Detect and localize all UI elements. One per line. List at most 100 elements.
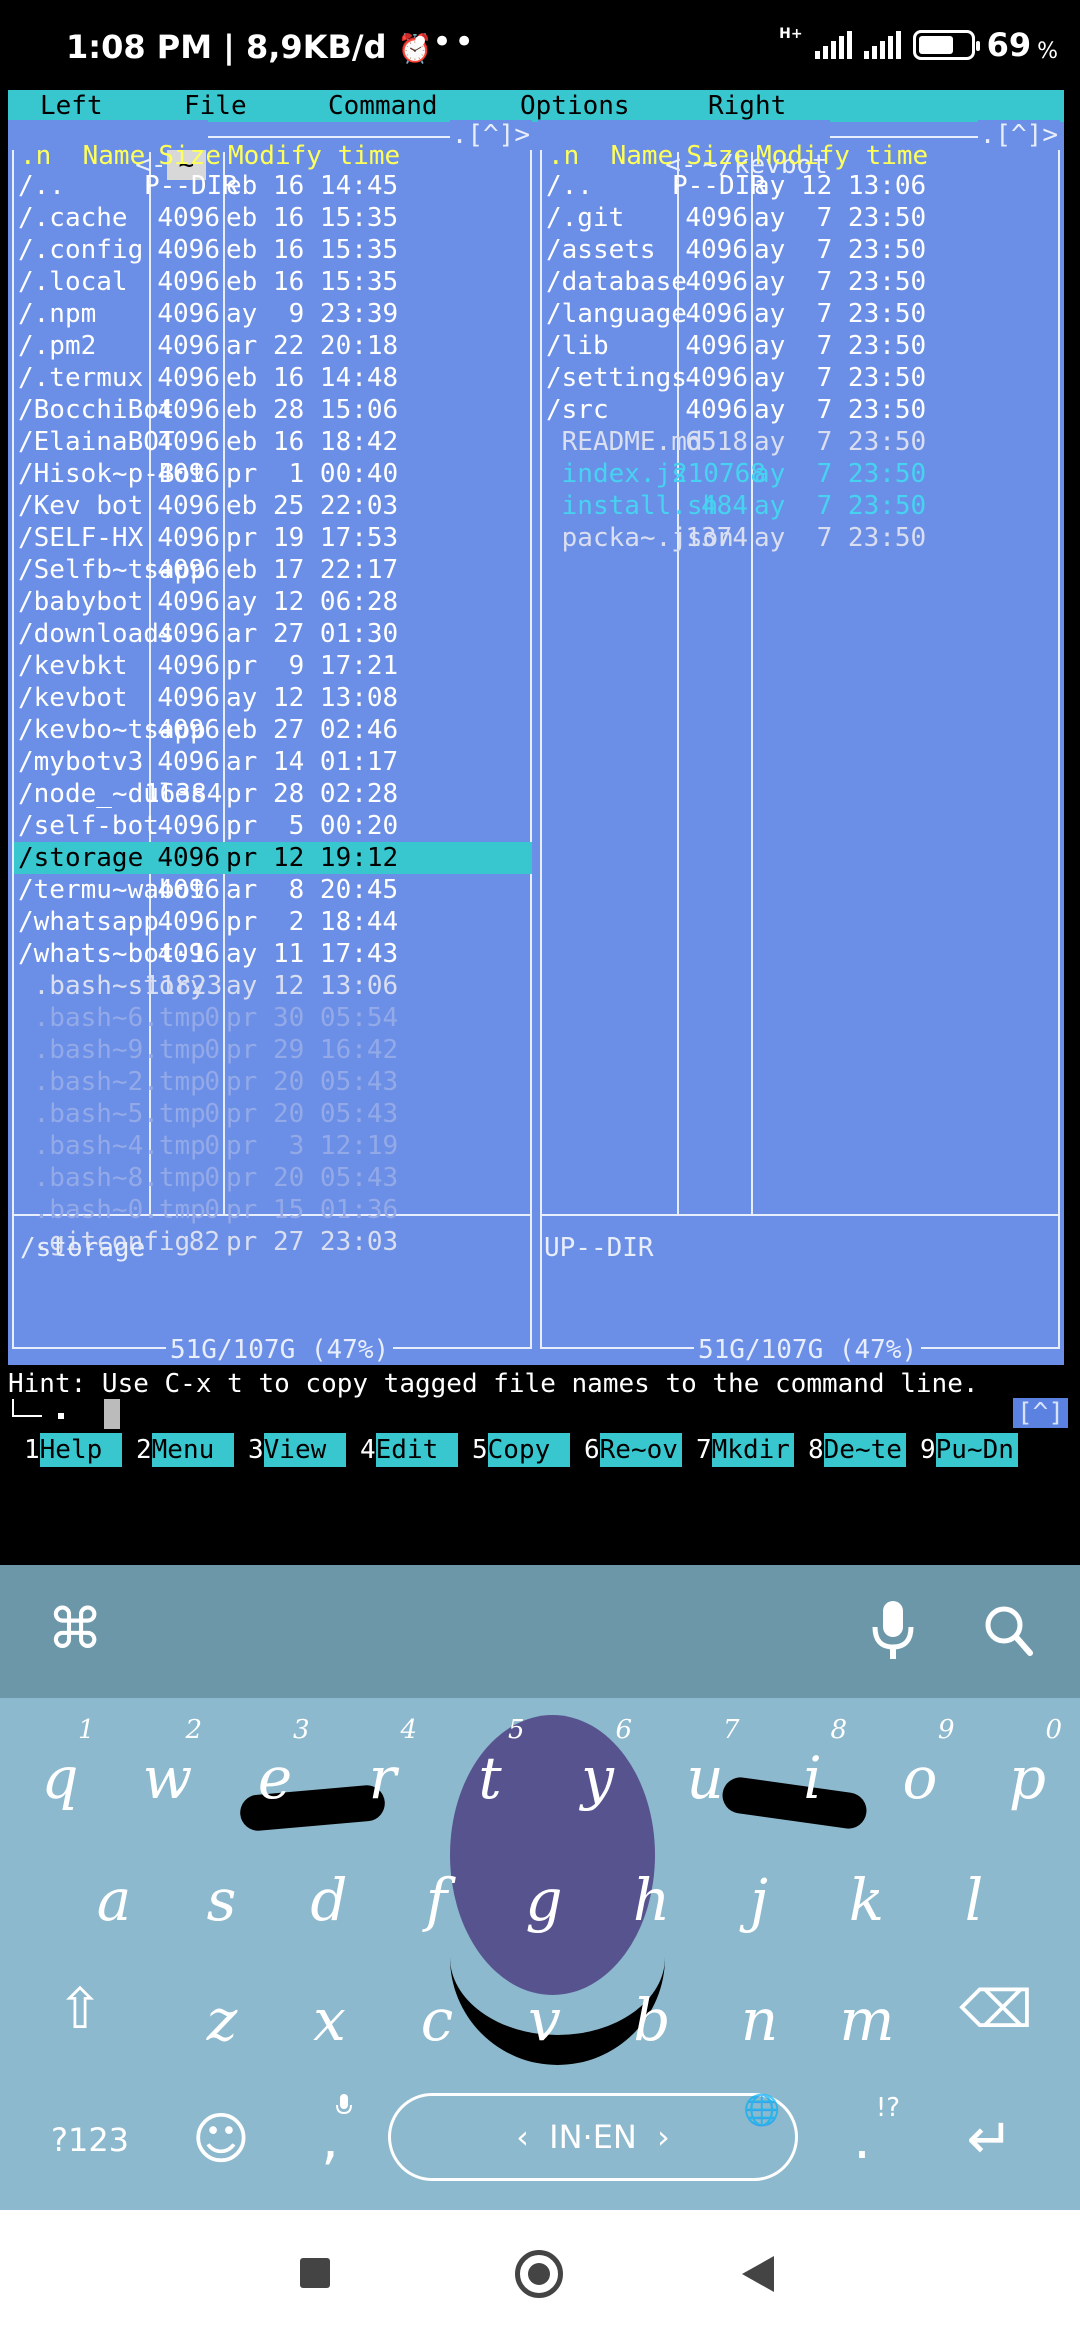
file-row[interactable]: /whats~bot-1 4096 ay 11 17:43 [14,938,532,970]
file-row[interactable]: .bash~8.tmp 0 pr 20 05:43 [14,1162,532,1194]
left-header-time[interactable]: Modify time [228,140,400,172]
back-button[interactable] [742,2256,774,2292]
file-row[interactable]: /assets 4096 ay 7 23:50 [542,234,1060,266]
file-row[interactable]: .bash~0.tmp 0 pr 15 01:36 [14,1194,532,1226]
file-row[interactable]: /.. P--DIR ay 12 13:06 [542,170,1060,202]
fkey-edit[interactable]: 4Edit [360,1433,458,1467]
fkey-view[interactable]: 3View [248,1433,346,1467]
menu-item-right[interactable]: Right [708,90,786,122]
key-w[interactable]: w [128,1743,208,1813]
key-m[interactable]: m [827,1985,907,2055]
space-bar[interactable]: ‹ IN·EN › [388,2093,798,2181]
key-t[interactable]: t [450,1743,530,1813]
key-p[interactable]: p [988,1743,1068,1813]
file-row[interactable]: /kevbot 4096 ay 12 13:08 [14,682,532,714]
fkey-pudn[interactable]: 9Pu~Dn [920,1433,1018,1467]
file-row[interactable]: /Kev bot 4096 eb 25 22:03 [14,490,532,522]
key-r[interactable]: r [343,1743,423,1813]
file-row[interactable]: /.npm 4096 ay 9 23:39 [14,298,532,330]
file-row[interactable]: .bash~story 11823 ay 12 13:06 [14,970,532,1002]
file-row[interactable]: .bash~9.tmp 0 pr 29 16:42 [14,1034,532,1066]
menu-item-file[interactable]: File [184,90,247,122]
right-header-name[interactable]: .n Name [548,140,673,172]
file-row[interactable]: /src 4096 ay 7 23:50 [542,394,1060,426]
symbols-key[interactable]: ?123 [40,2115,140,2165]
key-j[interactable]: j [719,1865,799,1935]
file-row[interactable]: /.. P--DIR eb 16 14:45 [14,170,532,202]
menu-item-left[interactable]: Left [40,90,103,122]
menu-item-command[interactable]: Command [328,90,438,122]
file-row[interactable]: packa~.json 1374 ay 7 23:50 [542,522,1060,554]
key-f[interactable]: f [397,1865,477,1935]
menu-item-options[interactable]: Options [520,90,630,122]
left-header-name[interactable]: .n Name [20,140,145,172]
file-row[interactable]: /.local 4096 eb 16 15:35 [14,266,532,298]
file-row[interactable]: /termu~wabot 4096 ar 8 20:45 [14,874,532,906]
key-g[interactable]: g [504,1865,584,1935]
right-panel[interactable]: <- ~/kevbot .[^]> .n Name Size Modify tim… [538,120,1064,1365]
file-row[interactable]: /Selfb~tsapp 4096 eb 17 22:17 [14,554,532,586]
file-row[interactable]: /database 4096 ay 7 23:50 [542,266,1060,298]
mic-icon[interactable] [868,1597,918,1667]
left-header-size[interactable]: Size [149,140,221,172]
key-o[interactable]: o [880,1743,960,1813]
key-z[interactable]: z [182,1985,262,2055]
apps-icon[interactable]: ⌘ [40,1595,110,1665]
key-l[interactable]: l [934,1865,1014,1935]
key-b[interactable]: b [612,1985,692,2055]
key-q[interactable]: q [20,1743,100,1813]
key-y[interactable]: y [558,1743,638,1813]
enter-key[interactable]: ↵ [950,2105,1030,2175]
fkey-reov[interactable]: 6Re~ov [584,1433,682,1467]
left-panel[interactable]: <- ~ .[^]> .n Name Size Modify time /.. P-… [8,120,536,1365]
search-icon[interactable] [980,1601,1036,1661]
backspace-key[interactable]: ⌫ [956,1975,1036,2045]
mc-menubar[interactable]: Left File Command Options Right [8,90,1064,122]
left-panel-history[interactable]: .[^]> [449,120,532,150]
recents-button[interactable] [300,2258,330,2288]
scroll-up-indicator[interactable]: [^] [1013,1398,1068,1428]
fkey-copy[interactable]: 5Copy [472,1433,570,1467]
file-row[interactable]: index.js 210768 ay 7 23:50 [542,458,1060,490]
file-row[interactable]: /kevbo~tsapp 4096 eb 27 02:46 [14,714,532,746]
file-row[interactable]: /babybot 4096 ay 12 06:28 [14,586,532,618]
key-k[interactable]: k [827,1865,907,1935]
file-row[interactable]: /Hisok~p-Bot 4096 pr 1 00:40 [14,458,532,490]
key-h[interactable]: h [612,1865,692,1935]
fkey-mkdir[interactable]: 7Mkdir [696,1433,794,1467]
file-row[interactable]: /kevbkt 4096 pr 9 17:21 [14,650,532,682]
key-n[interactable]: n [720,1985,800,2055]
key-e[interactable]: e [235,1743,315,1813]
file-row[interactable]: /lib 4096 ay 7 23:50 [542,330,1060,362]
home-button[interactable] [515,2250,563,2298]
file-row[interactable]: .bash~4.tmp 0 pr 3 12:19 [14,1130,532,1162]
file-row[interactable]: /ElainaBOT 4096 eb 16 18:42 [14,426,532,458]
file-row[interactable]: /downloads 4096 ar 27 01:30 [14,618,532,650]
right-header-time[interactable]: Modify time [756,140,928,172]
key-x[interactable]: x [290,1985,370,2055]
file-row[interactable]: /mybotv3 4096 ar 14 01:17 [14,746,532,778]
key-u[interactable]: u [665,1743,745,1813]
file-row[interactable]: README.md 6518 ay 7 23:50 [542,426,1060,458]
file-row[interactable]: /self-bot 4096 pr 5 00:20 [14,810,532,842]
file-row[interactable]: /.git 4096 ay 7 23:50 [542,202,1060,234]
key-a[interactable]: a [74,1865,154,1935]
file-row[interactable]: /.pm2 4096 ar 22 20:18 [14,330,532,362]
key-v[interactable]: v [505,1985,585,2055]
terminal[interactable]: Left File Command Options Right <- ~ .[^]> .n… [0,90,1080,1655]
file-row[interactable]: /.cache 4096 eb 16 15:35 [14,202,532,234]
file-row[interactable]: .bash~6.tmp 0 pr 30 05:54 [14,1002,532,1034]
file-row[interactable]: /.config 4096 eb 16 15:35 [14,234,532,266]
file-row[interactable]: install.sh 484 ay 7 23:50 [542,490,1060,522]
file-row[interactable]: /SELF-HX 4096 pr 19 17:53 [14,522,532,554]
file-row[interactable]: .bash~2.tmp 0 pr 20 05:43 [14,1066,532,1098]
key-s[interactable]: s [182,1865,262,1935]
fkey-dete[interactable]: 8De~te [808,1433,906,1467]
key-c[interactable]: c [397,1985,477,2055]
file-row[interactable]: /language 4096 ay 7 23:50 [542,298,1060,330]
file-row[interactable]: /.termux 4096 eb 16 14:48 [14,362,532,394]
file-row[interactable]: /storage 4096 pr 12 19:12 [14,842,532,874]
right-panel-history[interactable]: .[^]> [977,120,1060,150]
fkey-help[interactable]: 1Help [24,1433,122,1467]
file-row[interactable]: .bash~5.tmp 0 pr 20 05:43 [14,1098,532,1130]
